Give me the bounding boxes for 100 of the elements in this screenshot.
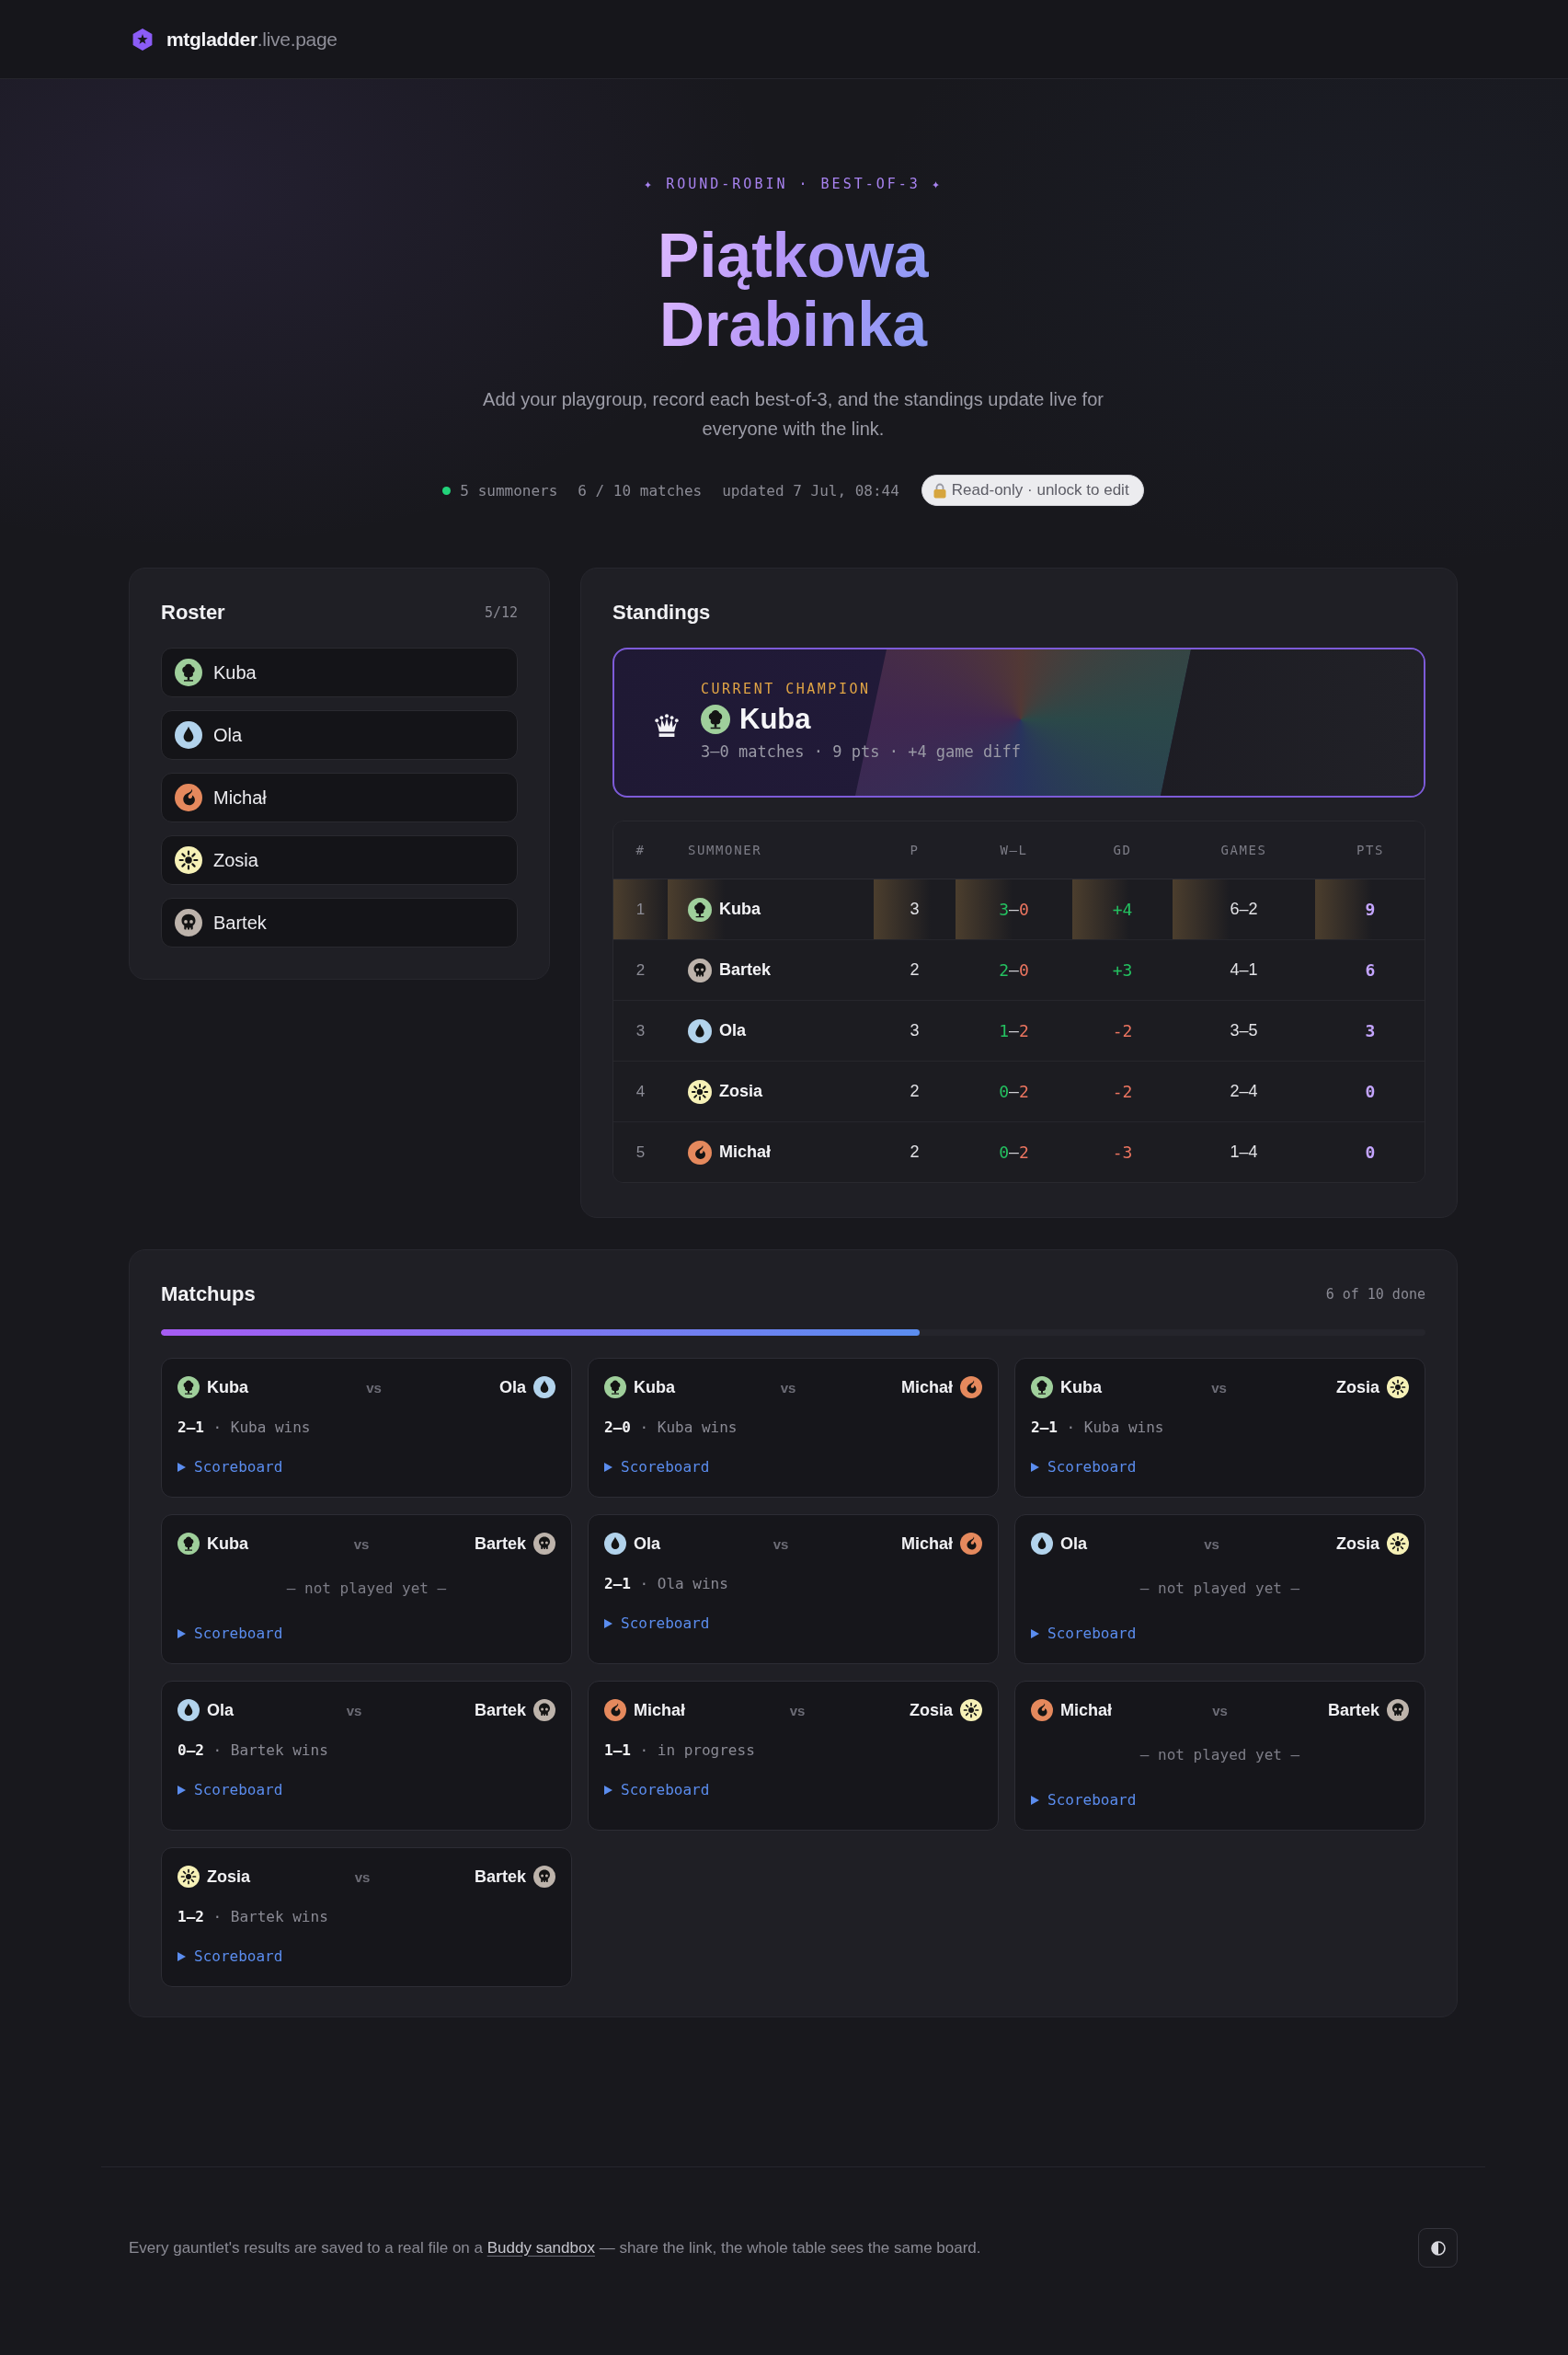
water-drop-icon [688, 1018, 712, 1043]
column-header[interactable]: P [874, 821, 956, 879]
water-drop-icon [604, 1533, 626, 1555]
water-drop-icon [533, 1376, 555, 1398]
match-result: 0–2 · Bartek wins [177, 1740, 329, 1761]
player-name: Bartek [474, 1867, 526, 1887]
sandbox-link[interactable]: Buddy sandbox [486, 2238, 595, 2257]
skull-icon [688, 958, 712, 982]
player-name: Ola [719, 1021, 746, 1040]
player-name: Ola [1060, 1534, 1087, 1554]
sun-icon [960, 1699, 982, 1721]
scoreboard-link[interactable]: Scoreboard [177, 1780, 283, 1800]
player-name: Ola [213, 724, 243, 746]
scoreboard-link[interactable]: Scoreboard [177, 1624, 283, 1644]
hexagon-logo-icon [132, 28, 154, 51]
crown-icon [655, 713, 679, 738]
column-header[interactable]: GAMES [1173, 821, 1315, 879]
scoreboard-link[interactable]: Scoreboard [1031, 1790, 1137, 1810]
tree-icon [177, 1533, 200, 1555]
game-diff-cell-text: -3 [1111, 1142, 1134, 1164]
scoreboard-link[interactable]: Scoreboard [1031, 1457, 1137, 1477]
panel-title: Matchups [161, 1281, 256, 1307]
water-drop-icon [1031, 1533, 1053, 1555]
player-name: Kuba [1060, 1377, 1102, 1397]
versus-label: vs [773, 1535, 789, 1552]
caret-icon [604, 1463, 612, 1472]
scoreboard-link[interactable]: Scoreboard [604, 1614, 710, 1634]
versus-label: vs [346, 1702, 362, 1718]
stat-text: updated 7 Jul, 08:44 [722, 481, 899, 500]
player-name: Kuba [719, 900, 761, 919]
skull-icon [175, 909, 202, 936]
rank-cell-text: 5 [635, 1142, 647, 1163]
skull-icon [533, 1533, 555, 1555]
column-header[interactable]: W–L [956, 821, 1072, 879]
player-name: Ola [207, 1700, 234, 1720]
player-name: Bartek [474, 1534, 526, 1554]
player-name: Ola [498, 1377, 526, 1397]
points-cell-text: 3 [1364, 1020, 1377, 1042]
sun-icon [1387, 1533, 1409, 1555]
game-diff-cell-text: -2 [1111, 1081, 1134, 1103]
flame-icon [960, 1533, 982, 1555]
player-name: Kuba [207, 1377, 248, 1397]
win-loss-cell-text: 1–2 [998, 1020, 1030, 1042]
scoreboard-link[interactable]: Scoreboard [1031, 1624, 1137, 1644]
column-header[interactable]: # [613, 821, 668, 879]
column-header[interactable]: SUMMONER [668, 821, 874, 879]
progress-text: 6 of 10 done [1325, 1286, 1425, 1303]
scoreboard-link[interactable]: Scoreboard [177, 1947, 283, 1967]
sun-icon [175, 846, 202, 874]
player-name: Michał [1060, 1700, 1112, 1720]
game-diff-cell-text: +3 [1111, 959, 1134, 982]
rank-cell-text: 3 [635, 1020, 647, 1041]
tree-icon [177, 1376, 200, 1398]
match-result: 2–0 · Kuba wins [604, 1418, 738, 1438]
match-status: — not played yet — [1139, 1745, 1301, 1765]
caret-icon [604, 1619, 612, 1628]
games-cell-text: 2–4 [1229, 1081, 1259, 1102]
versus-label: vs [1212, 1702, 1228, 1718]
roster-count: 5/12 [484, 604, 518, 621]
scoreboard-link[interactable]: Scoreboard [177, 1457, 283, 1477]
match-result: 2–1 · Ola wins [604, 1574, 729, 1594]
subtitle-text: Add your playgroup, record each best-of-3, and the standings update live for everyone with the link. [482, 388, 1104, 441]
player-name: Ola [634, 1534, 660, 1554]
games-cell-text: 4–1 [1229, 959, 1259, 981]
theme-toggle-button[interactable] [1418, 2228, 1458, 2268]
games-cell-text: 3–5 [1229, 1020, 1259, 1041]
caret-icon [177, 1786, 186, 1795]
played-cell-text: 2 [909, 1081, 921, 1102]
match-result: 1–2 · Bartek wins [177, 1907, 329, 1927]
match-status: — not played yet — [285, 1579, 448, 1599]
champion-summary: 3–0 matches · 9 pts · +4 game diff [701, 741, 1021, 762]
rank-cell-text: 2 [635, 959, 647, 981]
water-drop-icon [175, 721, 202, 749]
column-header[interactable]: GD [1072, 821, 1173, 879]
player-name: Michał [634, 1700, 685, 1720]
tree-icon [688, 897, 712, 922]
player-name: Bartek [474, 1700, 526, 1720]
player-name: Bartek [719, 960, 772, 980]
player-name: Kuba [207, 1534, 248, 1554]
caret-icon [1031, 1463, 1039, 1472]
scoreboard-link[interactable]: Scoreboard [604, 1457, 710, 1477]
eyebrow-text: ✦ ROUND-ROBIN · BEST-OF-3 ✦ [643, 175, 944, 193]
contrast-icon [1430, 2240, 1446, 2256]
versus-label: vs [1211, 1379, 1227, 1396]
player-name: Zosia [1336, 1534, 1379, 1554]
unlock-button[interactable]: Read-only · unlock to edit [921, 475, 1144, 506]
brand-name[interactable]: mtgladder.live.page [166, 28, 338, 51]
scoreboard-link[interactable]: Scoreboard [604, 1780, 710, 1800]
flame-icon [960, 1376, 982, 1398]
win-loss-cell-text: 2–0 [998, 959, 1030, 982]
match-result: 2–1 · Kuba wins [1031, 1418, 1165, 1438]
player-name: Kuba [634, 1377, 675, 1397]
points-cell-text: 0 [1364, 1142, 1377, 1164]
caret-icon [1031, 1796, 1039, 1805]
rank-cell: 1 [613, 879, 668, 939]
column-header[interactable]: PTS [1315, 821, 1425, 879]
panel-title: Standings [612, 600, 711, 626]
footer-note: Every gauntlet's results are saved to a real file on a Buddy sandbox — share the link, the whole table sees the same board. [129, 2237, 981, 2258]
caret-icon [177, 1952, 186, 1961]
played-cell-text: 3 [909, 1020, 921, 1041]
